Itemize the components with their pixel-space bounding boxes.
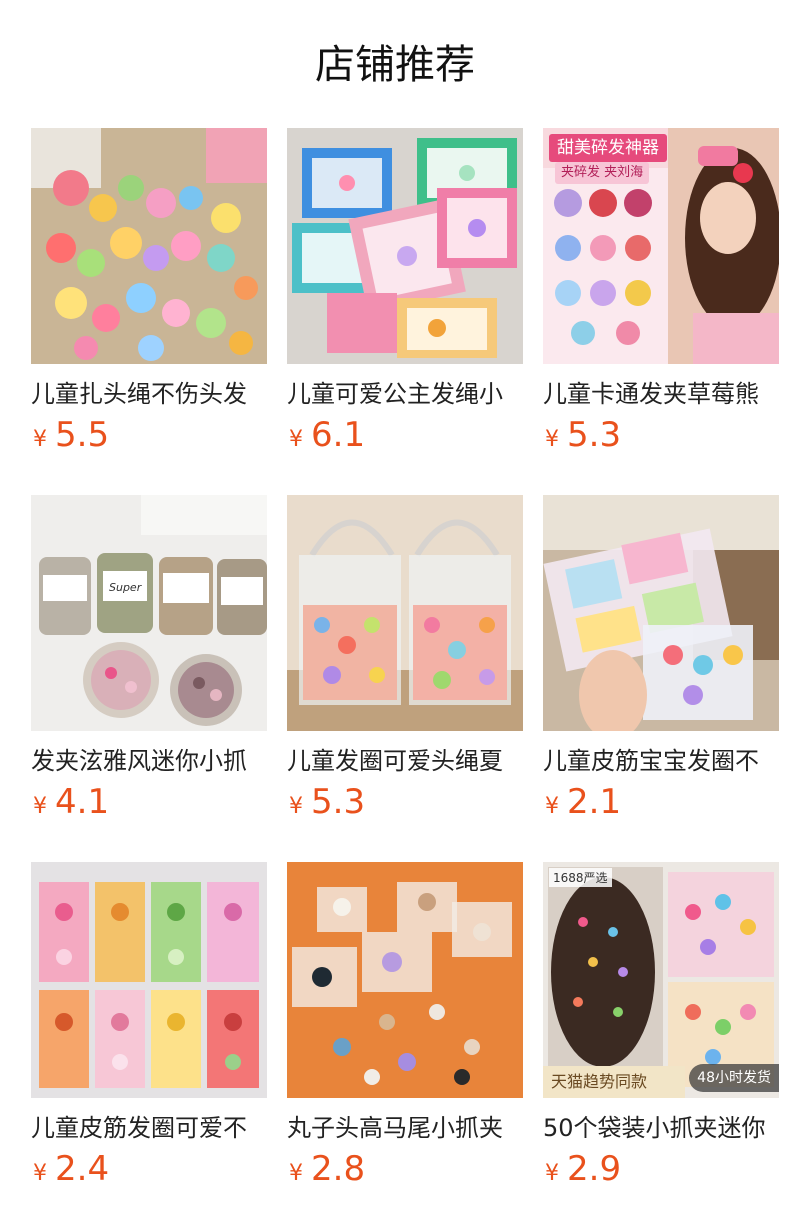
product-price: ¥2.4 (31, 1149, 109, 1193)
product-name[interactable]: 儿童可爱公主发绳小 (287, 376, 523, 412)
product-price: ¥2.9 (543, 1149, 621, 1193)
clear-tote-bags-image[interactable] (287, 495, 523, 731)
currency-symbol: ¥ (289, 794, 303, 819)
price-value: 5.5 (55, 415, 110, 455)
price-value: 2.8 (311, 1149, 366, 1189)
price-value: 2.1 (567, 782, 622, 822)
jar-label: Super (109, 581, 142, 594)
price-value: 6.1 (311, 415, 366, 455)
product-name[interactable]: 儿童发圈可爱头绳夏 (287, 743, 523, 779)
product-card[interactable]: 儿童可爱公主发绳小 ¥6.1 (287, 128, 523, 463)
shipping-badge: 48小时发货 (689, 1064, 779, 1092)
boxed-hair-clips-image[interactable] (287, 128, 523, 364)
currency-symbol: ¥ (289, 1161, 303, 1186)
product-grid: 儿童扎头绳不伤头发 ¥5.5 儿童可爱公主发绳小 ¥6.1 甜美碎发神器 夹碎发… (0, 0, 790, 1230)
currency-symbol: ¥ (33, 794, 47, 819)
mini-claw-jars-image[interactable]: Super (31, 495, 267, 731)
price-value: 4.1 (55, 782, 110, 822)
girl-hair-clips-image[interactable]: 1688严选 天猫趋势同款 48小时发货 (543, 862, 779, 1098)
hair-ties-pile-image[interactable] (31, 128, 267, 364)
currency-symbol: ¥ (545, 427, 559, 452)
currency-symbol: ¥ (289, 427, 303, 452)
price-value: 5.3 (311, 782, 366, 822)
price-value: 2.9 (567, 1149, 622, 1189)
product-price: ¥4.1 (31, 782, 109, 826)
price-value: 2.4 (55, 1149, 110, 1189)
hand-holding-box-image[interactable] (543, 495, 779, 731)
image-subcaption: 夹碎发 夹刘海 (555, 162, 650, 184)
product-name[interactable]: 50个袋装小抓夹迷你 (543, 1110, 779, 1146)
product-price: ¥6.1 (287, 415, 365, 459)
product-card[interactable]: 儿童扎头绳不伤头发 ¥5.5 (31, 128, 267, 463)
image-caption: 甜美碎发神器 (549, 134, 667, 162)
claw-clips-orange-image[interactable] (287, 862, 523, 1098)
product-name[interactable]: 儿童卡通发夹草莓熊 (543, 376, 779, 412)
product-price: ¥5.3 (287, 782, 365, 826)
product-name[interactable]: 发夹泫雅风迷你小抓 (31, 743, 267, 779)
product-card[interactable]: 1688严选 天猫趋势同款 48小时发货 50个袋装小抓夹迷你 ¥2.9 (543, 862, 779, 1197)
product-card[interactable]: 儿童皮筋发圈可爱不 ¥2.4 (31, 862, 267, 1197)
product-name[interactable]: 儿童皮筋宝宝发圈不 (543, 743, 779, 779)
currency-symbol: ¥ (545, 794, 559, 819)
product-name[interactable]: 儿童皮筋发圈可爱不 (31, 1110, 267, 1146)
product-price: ¥5.3 (543, 415, 621, 459)
cartoon-clips-model-image[interactable]: 甜美碎发神器 夹碎发 夹刘海 (543, 128, 779, 364)
price-value: 5.3 (567, 415, 622, 455)
product-card[interactable]: Super 发夹泫雅风迷你小抓 ¥4.1 (31, 495, 267, 830)
currency-symbol: ¥ (33, 1161, 47, 1186)
product-price: ¥2.8 (287, 1149, 365, 1193)
product-price: ¥2.1 (543, 782, 621, 826)
currency-symbol: ¥ (545, 1161, 559, 1186)
trend-badge: 天猫趋势同款 (543, 1066, 685, 1098)
selection-badge: 1688严选 (549, 868, 612, 887)
product-name[interactable]: 丸子头高马尾小抓夹 (287, 1110, 523, 1146)
product-card[interactable]: 甜美碎发神器 夹碎发 夹刘海 儿童卡通发夹草莓熊 ¥5.3 (543, 128, 779, 463)
compartment-boxes-image[interactable] (31, 862, 267, 1098)
product-card[interactable]: 丸子头高马尾小抓夹 ¥2.8 (287, 862, 523, 1197)
currency-symbol: ¥ (33, 427, 47, 452)
product-card[interactable]: 儿童皮筋宝宝发圈不 ¥2.1 (543, 495, 779, 830)
product-name[interactable]: 儿童扎头绳不伤头发 (31, 376, 267, 412)
product-card[interactable]: 儿童发圈可爱头绳夏 ¥5.3 (287, 495, 523, 830)
product-price: ¥5.5 (31, 415, 109, 459)
